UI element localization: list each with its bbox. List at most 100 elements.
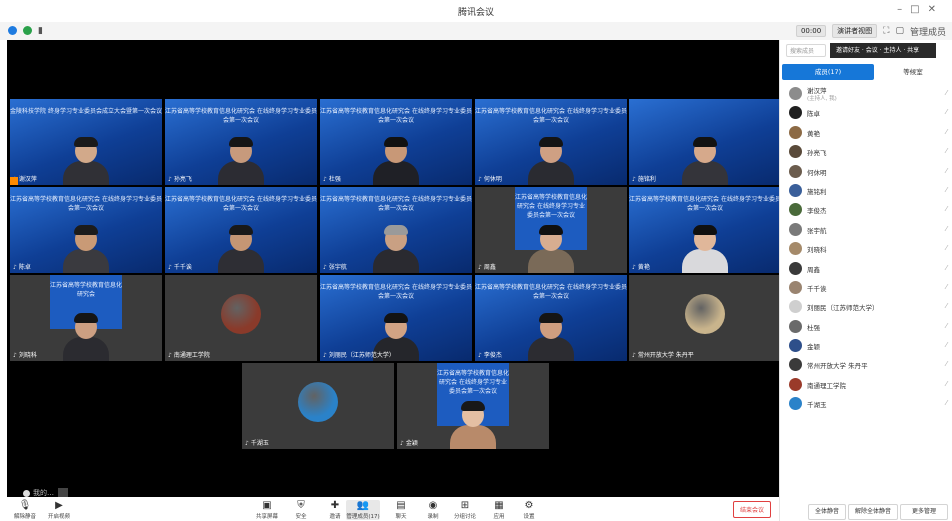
member-avatar — [789, 397, 802, 411]
camera-icon: ▶ — [55, 500, 63, 511]
participant-video — [63, 137, 109, 185]
mic-muted-icon[interactable]: ⁄ — [946, 89, 947, 97]
mic-muted-icon[interactable]: ⁄ — [946, 147, 947, 155]
participant-avatar — [298, 382, 338, 422]
video-tile[interactable]: 江苏省高等学校教育信息化研究会 在线终身学习专业委员会第一次会议何休明 — [475, 99, 627, 185]
toolbar-button-label: 聊天 — [395, 514, 407, 520]
mic-muted-icon[interactable]: ⁄ — [946, 341, 947, 349]
member-list-item[interactable]: 谢汉萍 (主持人, 我) ⁄ — [780, 84, 952, 103]
member-name: 孙亮飞 — [807, 149, 827, 158]
member-list-item[interactable]: 千湖玉 ⁄ — [780, 394, 952, 413]
member-avatar — [789, 377, 802, 391]
member-list-item[interactable]: 何休明 ⁄ — [780, 162, 952, 181]
video-tile[interactable]: 江苏省高等学校教育信息化研究会 在线终身学习专业委员会第一次会议金颖 — [397, 363, 549, 449]
member-list-item[interactable]: 周鑫 ⁄ — [780, 259, 952, 278]
mic-muted-icon[interactable]: ⁄ — [946, 322, 947, 330]
more-management-button[interactable]: 更多管理 — [900, 504, 948, 520]
tab-waiting-room[interactable]: 等候室 — [876, 64, 950, 80]
mic-button[interactable]: 🎙 解除静音 — [8, 500, 42, 520]
participant-video — [218, 137, 264, 185]
member-list-item[interactable]: 常州开放大学 朱丹平 ⁄ — [780, 355, 952, 374]
view-switch-button[interactable]: 演讲者视图 — [832, 24, 878, 38]
shield-button[interactable]: ⛨ 安全 — [284, 500, 318, 520]
video-tile[interactable]: 江苏省高等学校教育信息化研究会 在线终身学习专业委员会第一次会议千千诶 — [165, 187, 317, 273]
manage-members-button[interactable]: 管理成员 — [910, 25, 946, 38]
member-list-item[interactable]: 施铭利 ⁄ — [780, 181, 952, 200]
video-tile[interactable]: 江苏省高等学校教育信息化研究会刘晓科 — [10, 275, 162, 361]
participant-name-label: 杜强 — [323, 174, 341, 183]
record-icon: ◉ — [428, 500, 438, 511]
mic-muted-icon[interactable]: ⁄ — [946, 205, 947, 213]
security-shield-icon[interactable] — [23, 26, 32, 35]
member-list-item[interactable]: 南通理工学院 ⁄ — [780, 375, 952, 394]
mic-muted-icon[interactable]: ⁄ — [946, 264, 947, 272]
mic-muted-icon[interactable]: ⁄ — [946, 244, 947, 252]
mic-muted-icon[interactable]: ⁄ — [946, 380, 947, 388]
video-tile[interactable]: 施铭利 — [629, 99, 781, 185]
window-controls[interactable]: –□✕ — [897, 4, 944, 15]
mic-muted-icon[interactable]: ⁄ — [946, 108, 947, 116]
member-list-item[interactable]: 刘晓科 ⁄ — [780, 239, 952, 258]
mic-muted-icon[interactable]: ⁄ — [946, 360, 947, 368]
chat-button[interactable]: ▤ 聊天 — [384, 500, 418, 520]
apps-button[interactable]: ▦ 应用 — [482, 500, 516, 520]
window-icon[interactable]: ▢ — [895, 26, 904, 36]
member-list-item[interactable]: 张宇航 ⁄ — [780, 220, 952, 239]
mic-muted-icon[interactable]: ⁄ — [946, 167, 947, 175]
member-list-item[interactable]: 千千诶 ⁄ — [780, 278, 952, 297]
mic-muted-icon[interactable]: ⁄ — [946, 186, 947, 194]
mic-muted-icon[interactable]: ⁄ — [946, 399, 947, 407]
video-tile[interactable]: 金陵科技学院 终身学习专业委员会成立大会暨第一次会议谢汉萍 — [10, 99, 162, 185]
video-tile[interactable]: 江苏省高等学校教育信息化研究会 在线终身学习专业委员会第一次会议李俊杰 — [475, 275, 627, 361]
settings-button[interactable]: ⚙ 设置 — [512, 500, 546, 520]
mic-muted-icon[interactable]: ⁄ — [946, 128, 947, 136]
video-tile[interactable]: 江苏省高等学校教育信息化研究会 在线终身学习专业委员会第一次会议黄艳 — [629, 187, 781, 273]
end-meeting-button[interactable]: 结束会议 — [732, 501, 771, 518]
video-tile[interactable]: 千湖玉 — [242, 363, 394, 449]
toolbar-button-label: 录制 — [427, 514, 439, 520]
member-list-item[interactable]: 刘丽民（江苏师范大学） ⁄ — [780, 297, 952, 316]
video-tile[interactable]: 江苏省高等学校教育信息化研究会 在线终身学习专业委员会第一次会议周鑫 — [475, 187, 627, 273]
participant-name-label: 黄艳 — [632, 262, 650, 271]
member-avatar — [789, 164, 802, 178]
fullscreen-icon[interactable]: ⛶ — [883, 26, 889, 36]
info-icon[interactable] — [8, 26, 17, 35]
breakout-button[interactable]: ⊞ 分组讨论 — [448, 500, 482, 520]
share-button[interactable]: ▣ 共享屏幕 — [250, 500, 284, 520]
participant-name-label: 李俊杰 — [478, 350, 502, 359]
video-tile[interactable]: 江苏省高等学校教育信息化研究会 在线终身学习专业委员会第一次会议杜强 — [320, 99, 472, 185]
record-button[interactable]: ◉ 录制 — [416, 500, 450, 520]
member-list-item[interactable]: 孙亮飞 ⁄ — [780, 142, 952, 161]
member-list-item[interactable]: 杜强 ⁄ — [780, 317, 952, 336]
host-badge-icon — [10, 177, 18, 185]
video-tile[interactable]: 江苏省高等学校教育信息化研究会 在线终身学习专业委员会第一次会议刘丽民（江苏师范… — [320, 275, 472, 361]
participant-name-label: 金颖 — [400, 438, 418, 447]
mic-muted-icon[interactable]: ⁄ — [946, 283, 947, 291]
mic-muted-icon[interactable]: ⁄ — [946, 225, 947, 233]
participant-name-label: 南通理工学院 — [168, 350, 210, 359]
member-list-item[interactable]: 金颖 ⁄ — [780, 336, 952, 355]
member-list-item[interactable]: 陈卓 ⁄ — [780, 103, 952, 122]
member-avatar — [789, 319, 802, 333]
mute-all-button[interactable]: 全体静音 — [808, 504, 846, 520]
video-tile[interactable]: 江苏省高等学校教育信息化研究会 在线终身学习专业委员会第一次会议孙亮飞 — [165, 99, 317, 185]
member-list-item[interactable]: 李俊杰 ⁄ — [780, 200, 952, 219]
member-name: 刘晓科 — [807, 246, 827, 255]
video-tile[interactable]: 常州开放大学 朱丹平 — [629, 275, 781, 361]
toolbar-button-label: 开启视频 — [47, 514, 70, 520]
meeting-banner: 江苏省高等学校教育信息化研究会 在线终身学习专业委员会第一次会议 — [320, 108, 472, 124]
mic-muted-icon[interactable]: ⁄ — [946, 302, 947, 310]
participant-avatar — [685, 294, 725, 334]
camera-button[interactable]: ▶ 开启视频 — [42, 500, 76, 520]
video-tile[interactable]: 南通理工学院 — [165, 275, 317, 361]
member-name: 金颖 — [807, 343, 820, 352]
video-tile[interactable]: 江苏省高等学校教育信息化研究会 在线终身学习专业委员会第一次会议张宇航 — [320, 187, 472, 273]
tab-members[interactable]: 成员(17) — [782, 64, 874, 80]
unmute-all-button[interactable]: 解除全体静音 — [848, 504, 898, 520]
participant-video — [63, 225, 109, 273]
members-button[interactable]: 👥 管理成员(17) — [346, 500, 380, 520]
video-tile[interactable]: 江苏省高等学校教育信息化研究会 在线终身学习专业委员会第一次会议陈卓 — [10, 187, 162, 273]
participant-name-label: 刘晓科 — [13, 350, 37, 359]
member-search-input[interactable]: 搜索成员 — [786, 44, 826, 57]
member-list-item[interactable]: 黄艳 ⁄ — [780, 123, 952, 142]
